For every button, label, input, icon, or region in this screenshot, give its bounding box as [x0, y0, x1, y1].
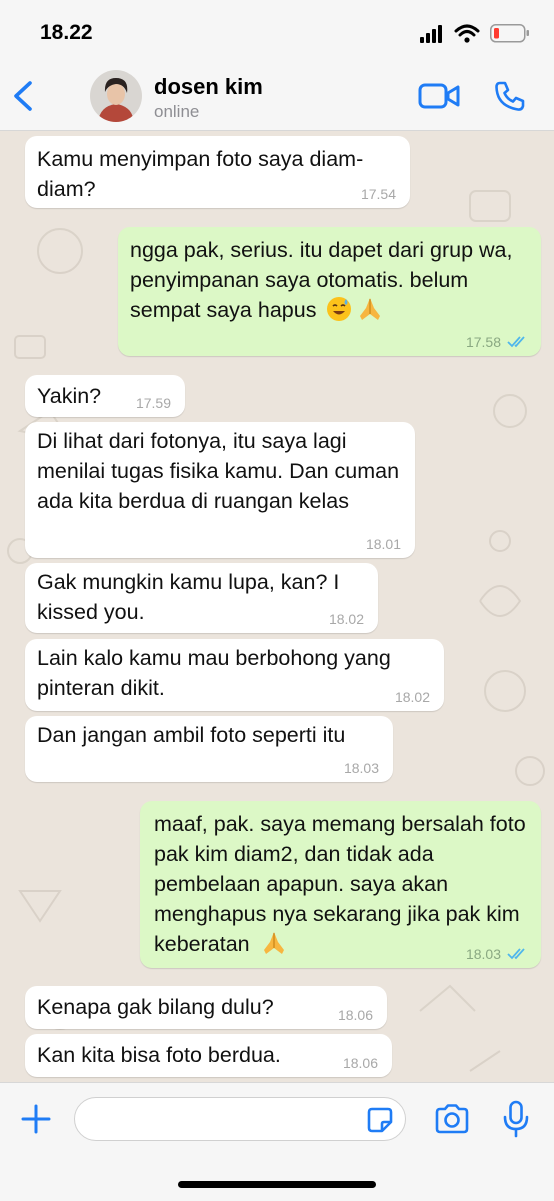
message-time: 17.59 [135, 395, 171, 411]
signal-icon [420, 25, 442, 43]
message-text: Kan kita bisa foto berdua. [37, 1043, 281, 1067]
home-indicator [178, 1181, 376, 1188]
chat-messages[interactable]: Kamu menyimpan foto saya diam-diam? 17.5… [0, 131, 554, 1082]
folded-hands-emoji-icon [360, 298, 381, 320]
message-time: 18.01 [365, 536, 401, 552]
message-time: 18.02 [328, 611, 364, 627]
status-bar: 18.22 [0, 0, 554, 62]
input-bar [0, 1082, 554, 1201]
message-time: 17.58 [465, 334, 501, 350]
plus-icon[interactable] [20, 1103, 52, 1135]
message-text: Yakin? [37, 384, 102, 408]
sticker-icon[interactable] [366, 1106, 394, 1134]
message-text: ngga pak, serius. itu dapet dari grup wa… [130, 238, 513, 322]
chat-header: dosen kim online [0, 62, 554, 131]
contact-status: online [154, 102, 200, 121]
avatar[interactable] [90, 70, 142, 122]
message-text: Dan jangan ambil foto seperti itu [37, 723, 346, 747]
message-time: 18.06 [337, 1007, 373, 1023]
message-bubble-incoming[interactable]: Di lihat dari fotonya, itu saya lagi men… [25, 422, 415, 558]
message-bubble-outgoing[interactable]: ngga pak, serius. itu dapet dari grup wa… [118, 227, 541, 356]
message-text: Di lihat dari fotonya, itu saya lagi men… [37, 429, 400, 513]
message-bubble-incoming[interactable]: Kenapa gak bilang dulu? 18.06 [25, 986, 387, 1029]
message-bubble-incoming[interactable]: Kan kita bisa foto berdua. 18.06 [25, 1034, 392, 1077]
contact-name[interactable]: dosen kim [154, 74, 263, 100]
read-ticks-icon [507, 948, 525, 960]
sweat-smile-emoji-icon [327, 297, 352, 321]
message-bubble-incoming[interactable]: Kamu menyimpan foto saya diam-diam? 17.5… [25, 136, 410, 208]
folded-hands-emoji-icon [263, 932, 284, 954]
message-text: Kenapa gak bilang dulu? [37, 995, 274, 1019]
read-ticks-icon [507, 336, 525, 348]
status-time: 18.22 [40, 21, 93, 44]
wifi-icon [454, 24, 480, 43]
message-bubble-outgoing[interactable]: maaf, pak. saya memang bersalah foto pak… [140, 801, 541, 968]
camera-icon[interactable] [434, 1104, 470, 1134]
status-icons [420, 24, 529, 43]
message-bubble-incoming[interactable]: Yakin? 17.59 [25, 375, 185, 417]
message-bubble-incoming[interactable]: Lain kalo kamu mau berbohong yang pinter… [25, 639, 444, 711]
message-text: Lain kalo kamu mau berbohong yang pinter… [37, 646, 391, 700]
message-time: 17.54 [360, 186, 396, 202]
message-input[interactable] [74, 1097, 406, 1141]
phone-icon[interactable] [494, 80, 526, 112]
message-time: 18.03 [465, 946, 501, 962]
video-call-icon[interactable] [418, 82, 460, 110]
message-time: 18.02 [394, 689, 430, 705]
message-text: Gak mungkin kamu lupa, kan? I kissed you… [37, 570, 340, 624]
message-bubble-incoming[interactable]: Gak mungkin kamu lupa, kan? I kissed you… [25, 563, 378, 633]
chevron-left-icon[interactable] [10, 80, 36, 112]
microphone-icon[interactable] [502, 1100, 530, 1138]
message-bubble-incoming[interactable]: Dan jangan ambil foto seperti itu 18.03 [25, 716, 393, 782]
battery-low-icon [490, 24, 529, 43]
message-text: Kamu menyimpan foto saya diam-diam? [37, 147, 364, 201]
message-time: 18.03 [343, 760, 379, 776]
message-time: 18.06 [342, 1055, 378, 1071]
message-text: maaf, pak. saya memang bersalah foto pak… [154, 812, 526, 956]
